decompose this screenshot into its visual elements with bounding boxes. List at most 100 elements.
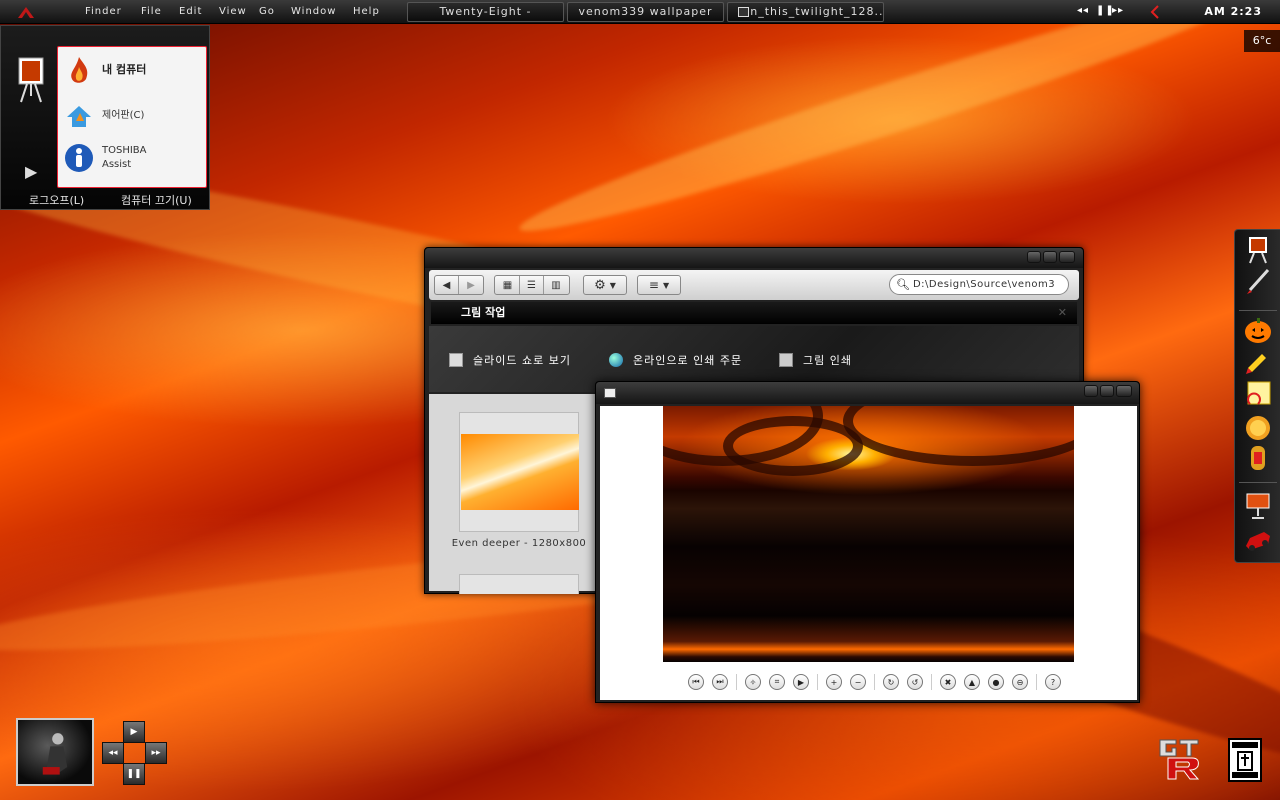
previous-image-icon[interactable]: ⏮ — [688, 674, 704, 690]
album-art[interactable] — [16, 718, 94, 786]
open-with-icon[interactable]: ⊖ — [1012, 674, 1028, 690]
next-track-icon[interactable]: ▸▸ — [1112, 5, 1124, 16]
maximize-button[interactable] — [1100, 385, 1114, 397]
fast-forward-button[interactable]: ▸▸ — [145, 742, 167, 764]
rotate-counterclockwise-icon[interactable]: ↺ — [907, 674, 923, 690]
clock[interactable]: AM 2:23 — [1204, 5, 1262, 18]
weather-temperature: 6°c — [1244, 30, 1280, 52]
view-mode-buttons: ▦ ☰ ▥ — [494, 275, 570, 295]
minimize-button[interactable] — [1027, 251, 1041, 263]
arrange-menu-button[interactable]: ≡ ▼ — [637, 275, 681, 295]
menu-go[interactable]: Go — [259, 6, 275, 17]
explorer-titlebar[interactable] — [425, 248, 1083, 268]
maximize-button[interactable] — [1043, 251, 1057, 263]
user-easel-icon[interactable] — [15, 56, 47, 106]
thumbnail[interactable] — [459, 574, 579, 594]
thumbnail-image — [461, 434, 579, 510]
task-order-prints[interactable]: 온라인으로 인쇄 주문 — [609, 352, 742, 368]
pumpkin-icon[interactable] — [1244, 316, 1272, 344]
sticky-note-icon[interactable] — [1244, 380, 1272, 408]
shutdown-button[interactable]: 컴퓨터 끄기(U) — [121, 192, 192, 208]
task-button-twenty-eight[interactable]: Twenty-Eight - — [407, 2, 564, 22]
brush-icon[interactable] — [1244, 268, 1272, 296]
best-fit-icon[interactable]: ✧ — [745, 674, 761, 690]
menu-window[interactable]: Window — [291, 6, 336, 17]
sports-car-icon[interactable] — [1244, 526, 1272, 554]
thumbnail-caption[interactable]: Even deeper - 1280x800 — [449, 538, 589, 549]
viewer-toolbar: ⏮ ⏭ ✧ ⌗ ▶ + − ↻ ↺ ✖ ▲ ● ⊖ ? — [684, 673, 1065, 691]
jukebox-icon[interactable] — [1244, 444, 1272, 472]
task-label: 그림 인쇄 — [803, 354, 852, 367]
zoom-out-icon[interactable]: − — [850, 674, 866, 690]
zoom-in-icon[interactable]: + — [826, 674, 842, 690]
gtr-logo-icon — [1159, 739, 1200, 780]
save-icon[interactable]: ● — [988, 674, 1004, 690]
printer-icon — [779, 353, 793, 367]
globe-icon — [609, 353, 623, 367]
esrb-rating-badge — [1228, 738, 1262, 782]
minimize-button[interactable] — [1084, 385, 1098, 397]
forward-arrow-icon[interactable]: ▶ — [459, 276, 483, 294]
sunset-photo — [663, 406, 1074, 662]
menu-file[interactable]: File — [141, 6, 162, 17]
rating-symbol-icon — [1232, 742, 1258, 778]
easel-icon[interactable] — [1244, 236, 1272, 264]
task-label: 온라인으로 인쇄 주문 — [633, 354, 743, 367]
expand-arrow-icon[interactable]: ▶ — [25, 162, 37, 181]
menu-edit[interactable]: Edit — [179, 6, 202, 17]
menu-finder[interactable]: Finder — [85, 6, 122, 17]
task-button-twilight-image[interactable]: In_this_twilight_128... — [727, 2, 884, 22]
control-panel-icon — [67, 106, 91, 127]
rotate-clockwise-icon[interactable]: ↻ — [883, 674, 899, 690]
print-icon[interactable]: ▲ — [964, 674, 980, 690]
play-button[interactable]: ▶ — [123, 721, 145, 743]
viewer-app-icon — [604, 388, 616, 398]
action-menu-button[interactable]: ⚙ ▼ — [583, 275, 627, 295]
app-logo-icon[interactable] — [16, 4, 36, 20]
close-button[interactable] — [1059, 251, 1075, 263]
thumbnail[interactable] — [459, 412, 579, 532]
start-item-label: 내 컴퓨터 — [102, 63, 147, 76]
tasks-header-title: 그림 작업 — [461, 306, 506, 319]
viewer-canvas: ⏮ ⏭ ✧ ⌗ ▶ + − ↻ ↺ ✖ ▲ ● ⊖ ? — [600, 406, 1137, 700]
back-arrow-icon[interactable]: ◀ — [435, 276, 459, 294]
close-button[interactable] — [1116, 385, 1132, 397]
icon-view-icon[interactable]: ▦ — [496, 276, 520, 294]
column-view-icon[interactable]: ▥ — [544, 276, 568, 294]
presentation-icon[interactable] — [1244, 492, 1272, 520]
picture-tasks-header: 그림 작업 ✕ — [431, 302, 1077, 324]
pause-button[interactable]: ❚❚ — [123, 763, 145, 785]
menu-view[interactable]: View — [219, 6, 247, 17]
album-figure-icon — [42, 733, 68, 775]
viewer-titlebar[interactable] — [596, 382, 1139, 404]
actual-size-icon[interactable]: ⌗ — [769, 674, 785, 690]
chevron-down-icon: ▼ — [662, 280, 670, 290]
task-print-pictures[interactable]: 그림 인쇄 — [779, 352, 852, 368]
candy-bar-icon[interactable] — [1244, 414, 1272, 442]
chevron-left-icon[interactable] — [1150, 5, 1160, 19]
previous-track-icon[interactable]: ◂◂ — [1077, 5, 1089, 16]
logoff-button[interactable]: 로그오프(L) — [29, 192, 84, 208]
list-view-icon[interactable]: ☰ — [520, 276, 544, 294]
task-slideshow[interactable]: 슬라이드 쇼로 보기 — [449, 352, 571, 368]
start-menu-panel: 내 컴퓨터 제어판(C) TOSHIBA Assist — [57, 46, 207, 188]
gear-icon: ⚙ — [594, 277, 606, 293]
close-icon[interactable]: ✕ — [1058, 302, 1067, 324]
help-icon[interactable]: ? — [1045, 674, 1061, 690]
pencil-notes-icon[interactable] — [1244, 348, 1272, 376]
sort-lines-icon: ≡ — [648, 278, 659, 292]
slideshow-play-icon[interactable]: ▶ — [793, 674, 809, 690]
start-item-my-computer[interactable]: 내 컴퓨터 — [64, 55, 204, 85]
start-item-toshiba-assist[interactable]: TOSHIBA Assist — [64, 143, 204, 173]
picture-viewer-window: ⏮ ⏭ ✧ ⌗ ▶ + − ↻ ↺ ✖ ▲ ● ⊖ ? — [595, 381, 1140, 703]
task-button-venom-wallpaper[interactable]: venom339 wallpaper — [567, 2, 724, 22]
start-item-control-panel[interactable]: 제어판(C) — [64, 101, 204, 131]
delete-icon[interactable]: ✖ — [940, 674, 956, 690]
task-label: 슬라이드 쇼로 보기 — [473, 354, 571, 367]
chevron-down-icon: ▼ — [609, 280, 616, 290]
next-image-icon[interactable]: ⏭ — [712, 674, 728, 690]
search-input[interactable] — [912, 279, 1063, 290]
rewind-button[interactable]: ◂◂ — [102, 742, 124, 764]
start-item-label: 제어판(C) — [102, 110, 145, 121]
menu-help[interactable]: Help — [353, 6, 380, 17]
